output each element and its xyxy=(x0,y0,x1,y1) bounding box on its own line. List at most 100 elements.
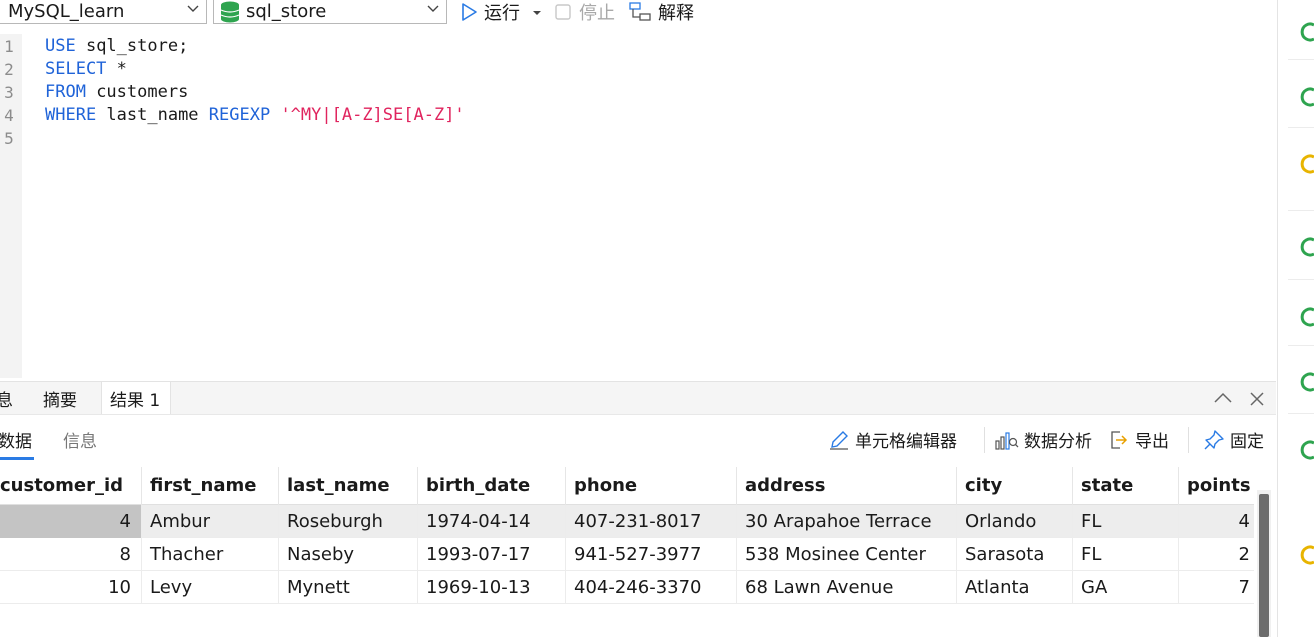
chart-analysis-icon xyxy=(995,429,1024,451)
sql-editor-window: MySQL_learn sql_store 运行 停止 解释 1 USE sql… xyxy=(0,0,1314,637)
stop-button[interactable]: 停止 xyxy=(555,0,615,24)
status-indicator-icon[interactable] xyxy=(1298,438,1314,462)
table-cell[interactable]: 4 xyxy=(1179,505,1254,538)
run-button[interactable]: 运行 xyxy=(460,0,520,24)
table-cell[interactable]: GA xyxy=(1073,571,1179,604)
edit-pencil-icon xyxy=(828,429,855,451)
database-icon xyxy=(220,1,240,23)
cell-editor-label: 单元格编辑器 xyxy=(855,432,957,452)
table-cell[interactable]: Sarasota xyxy=(957,538,1073,571)
tab-result-1[interactable]: 结果 1 xyxy=(101,382,171,415)
sql-keyword: FROM xyxy=(45,82,86,102)
column-header[interactable]: last_name xyxy=(279,467,418,505)
line-number: 2 xyxy=(4,60,14,79)
column-header[interactable]: phone xyxy=(566,467,737,505)
run-options-dropdown[interactable] xyxy=(532,0,542,24)
explain-label: 解释 xyxy=(658,3,694,24)
table-cell[interactable]: Naseby xyxy=(279,538,418,571)
table-cell[interactable]: 538 Mosinee Center xyxy=(737,538,957,571)
divider xyxy=(1288,279,1314,280)
subtab-info[interactable]: 信息 xyxy=(63,427,97,452)
tab-summary[interactable]: 摘要 xyxy=(30,382,100,415)
column-header[interactable]: city xyxy=(957,467,1073,505)
database-select[interactable]: sql_store xyxy=(213,0,447,24)
status-indicator-icon[interactable] xyxy=(1298,305,1314,329)
table-cell[interactable]: Orlando xyxy=(957,505,1073,538)
sql-keyword: USE xyxy=(45,36,76,56)
status-indicator-icon[interactable] xyxy=(1298,370,1314,394)
run-label: 运行 xyxy=(484,3,520,24)
table-cell[interactable]: Ambur xyxy=(142,505,279,538)
result-vertical-scrollbar[interactable] xyxy=(1257,490,1271,637)
cell-editor-button[interactable]: 单元格编辑器 xyxy=(828,427,957,452)
column-header[interactable]: customer_id xyxy=(0,467,142,505)
stop-icon xyxy=(555,4,571,20)
table-cell[interactable]: 1993-07-17 xyxy=(418,538,566,571)
export-button[interactable]: 导出 xyxy=(1108,427,1169,452)
explain-button[interactable]: 解释 xyxy=(628,0,694,24)
table-cell[interactable]: 404-246-3370 xyxy=(566,571,737,604)
column-header[interactable]: points xyxy=(1179,467,1254,505)
subtab-data[interactable]: 数据 xyxy=(0,427,32,452)
table-cell[interactable]: 8 xyxy=(0,538,142,571)
status-indicator-icon[interactable] xyxy=(1298,235,1314,259)
table-cell[interactable]: Levy xyxy=(142,571,279,604)
result-subbar: 数据 信息 单元格编辑器 数据分析 导出 固定 xyxy=(0,414,1276,466)
code-line: USE sql_store; xyxy=(45,35,188,58)
table-cell[interactable]: 407-231-8017 xyxy=(566,505,737,538)
scrollbar-thumb[interactable] xyxy=(1259,494,1269,637)
chevron-up-icon[interactable] xyxy=(1212,390,1234,410)
table-cell[interactable]: 1974-04-14 xyxy=(418,505,566,538)
grid-header: customer_id first_name last_name birth_d… xyxy=(0,467,1254,505)
table-cell[interactable]: 2 xyxy=(1179,538,1254,571)
query-toolbar: MySQL_learn sql_store 运行 停止 解释 xyxy=(0,0,1276,24)
column-header[interactable]: first_name xyxy=(142,467,279,505)
sql-editor[interactable]: 1 USE sql_store; 2 SELECT * 3 FROM custo… xyxy=(0,34,1276,378)
table-cell[interactable]: FL xyxy=(1073,538,1179,571)
data-analysis-label: 数据分析 xyxy=(1024,432,1092,452)
pin-icon xyxy=(1203,429,1230,451)
line-number: 5 xyxy=(4,129,14,148)
table-cell[interactable]: 10 xyxy=(0,571,142,604)
toolbar-divider xyxy=(1188,427,1189,453)
table-cell[interactable]: 30 Arapahoe Terrace xyxy=(737,505,957,538)
table-row[interactable]: 4 Ambur Roseburgh 1974-04-14 407-231-801… xyxy=(0,505,1254,538)
status-indicator-icon[interactable] xyxy=(1298,152,1314,176)
table-cell[interactable]: 941-527-3977 xyxy=(566,538,737,571)
data-analysis-button[interactable]: 数据分析 xyxy=(995,427,1092,452)
export-icon xyxy=(1108,429,1135,451)
status-indicator-icon[interactable] xyxy=(1298,20,1314,44)
result-tab-bar: 息 摘要 结果 1 xyxy=(0,381,1276,415)
table-cell[interactable]: Thacher xyxy=(142,538,279,571)
chevron-down-icon xyxy=(426,1,440,19)
result-grid[interactable]: customer_id first_name last_name birth_d… xyxy=(0,467,1254,637)
close-icon[interactable] xyxy=(1248,390,1266,412)
stop-label: 停止 xyxy=(579,3,615,24)
sql-keyword: SELECT xyxy=(45,59,107,79)
tab-message[interactable]: 息 xyxy=(0,382,26,415)
table-row[interactable]: 8 Thacher Naseby 1993-07-17 941-527-3977… xyxy=(0,538,1254,571)
table-cell[interactable]: 4 xyxy=(0,505,142,538)
column-header[interactable]: address xyxy=(737,467,957,505)
status-indicator-icon[interactable] xyxy=(1298,85,1314,109)
table-cell[interactable]: FL xyxy=(1073,505,1179,538)
chevron-down-icon xyxy=(186,1,200,19)
code-line: FROM customers xyxy=(45,81,188,104)
table-cell[interactable]: 7 xyxy=(1179,571,1254,604)
column-header[interactable]: state xyxy=(1073,467,1179,505)
table-cell[interactable]: 1969-10-13 xyxy=(418,571,566,604)
code-line: SELECT * xyxy=(45,58,127,81)
table-cell[interactable]: 68 Lawn Avenue xyxy=(737,571,957,604)
sql-text: sql_store; xyxy=(75,36,189,56)
table-cell[interactable]: Atlanta xyxy=(957,571,1073,604)
tab-label: 结果 1 xyxy=(110,391,161,411)
export-label: 导出 xyxy=(1135,432,1169,452)
status-indicator-icon[interactable] xyxy=(1298,543,1314,567)
connection-select[interactable]: MySQL_learn xyxy=(0,0,207,24)
pin-button[interactable]: 固定 xyxy=(1203,427,1264,452)
table-cell[interactable]: Mynett xyxy=(279,571,418,604)
divider xyxy=(1288,127,1314,128)
table-cell[interactable]: Roseburgh xyxy=(279,505,418,538)
table-row[interactable]: 10 Levy Mynett 1969-10-13 404-246-3370 6… xyxy=(0,571,1254,604)
column-header[interactable]: birth_date xyxy=(418,467,566,505)
